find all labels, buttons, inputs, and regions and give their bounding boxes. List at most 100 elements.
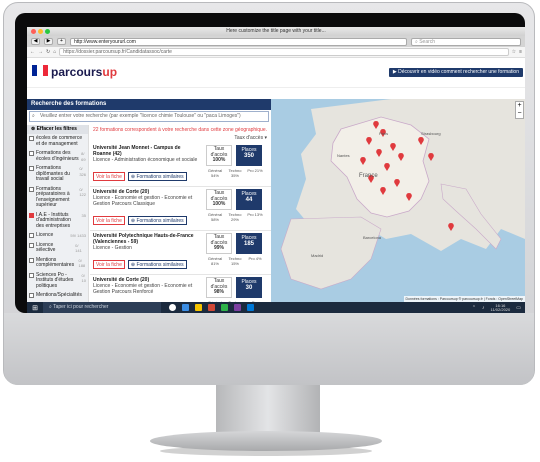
browser-url-field[interactable]: https://dossier.parcoursup.fr/Candidatas… — [59, 48, 509, 56]
filter-item[interactable]: Formations diplômantes du travail social… — [27, 164, 88, 185]
access-rate-box: Taux d'accès 98% — [206, 277, 232, 298]
clear-filters-button[interactable]: ⊗ Effacer les filtres — [27, 125, 88, 134]
filter-checkbox[interactable] — [29, 257, 34, 263]
cortana-icon[interactable] — [169, 304, 176, 311]
map-label-france: France — [359, 173, 378, 179]
program-name: Licence - Administration économique et s… — [93, 157, 198, 163]
filter-item[interactable]: Mentions complémentaires 0/ 188 — [27, 256, 88, 271]
reload-icon[interactable]: ↻ — [46, 49, 50, 55]
parcoursup-logo[interactable]: parcoursup — [51, 65, 117, 79]
forward-icon[interactable]: ▶ — [44, 38, 53, 45]
program-name: Licence - Gestion — [93, 245, 132, 251]
places-box: Places 30 — [236, 277, 262, 298]
add-icon[interactable]: + — [57, 38, 66, 45]
view-sheet-button[interactable]: Voir la fiche — [93, 260, 125, 269]
home-icon[interactable]: ⌂ — [53, 49, 56, 55]
video-button-label: Découvrir en vidéo comment rechercher un… — [398, 69, 519, 75]
close-icon[interactable] — [31, 29, 36, 34]
similar-programs-button[interactable]: ⊕ Formations similaires — [127, 172, 187, 181]
access-rate-value: 100% — [212, 157, 226, 163]
app-icon[interactable] — [234, 304, 241, 311]
zoom-in-button[interactable]: + — [516, 102, 523, 110]
menu-icon[interactable]: ≡ — [519, 49, 522, 55]
result-card[interactable]: Université de Corte (20) Licence - Econo… — [90, 187, 271, 231]
filter-label: I.A.E - Instituts d'administration des e… — [36, 211, 71, 229]
filter-checkbox[interactable] — [29, 293, 34, 298]
notification-icon[interactable]: ▭ — [516, 305, 521, 311]
similar-label: Formations similaires — [136, 218, 184, 224]
result-card[interactable]: Université Jean Monnet - Campus de Roann… — [90, 143, 271, 187]
similar-programs-button[interactable]: ⊕ Formations similaires — [127, 216, 187, 225]
university-name: Université Polytechnique Hauts-de-France… — [93, 233, 194, 245]
result-card[interactable]: Université Polytechnique Hauts-de-France… — [90, 231, 271, 275]
nav-back-icon[interactable]: ← — [30, 49, 35, 55]
minimize-icon[interactable] — [38, 29, 43, 34]
places-value: 185 — [243, 241, 254, 247]
access-rate-value: 100% — [212, 201, 226, 207]
admission-stat: Pro 4% — [248, 256, 262, 261]
filter-label: Formations préparatoires à l'enseignemen… — [36, 185, 70, 208]
sort-selector[interactable]: Taux d'accès ▾ — [90, 135, 271, 143]
result-card[interactable]: Université de Corte (20) Licence - Econo… — [90, 275, 271, 302]
office-icon[interactable] — [208, 304, 215, 311]
filter-checkbox[interactable] — [29, 166, 34, 171]
filter-count: 0/ 141 — [75, 242, 82, 254]
search-title: Recherche des formations — [27, 99, 271, 110]
filter-item[interactable]: Sciences Po - Instituts d'études politiq… — [27, 271, 88, 292]
filter-checkbox[interactable] — [29, 272, 34, 278]
filter-checkbox[interactable] — [29, 212, 34, 218]
mac-url-field[interactable]: http://www.enteryoururl.com — [70, 37, 407, 46]
admission-stats: Général 58% Techno 29% Pro 13% — [206, 212, 264, 222]
mail-icon[interactable] — [247, 304, 254, 311]
similar-label: Formations similaires — [136, 174, 184, 180]
edge-icon[interactable] — [182, 304, 189, 311]
filter-item[interactable]: Formations préparatoires à l'enseignemen… — [27, 185, 88, 211]
filter-checkbox[interactable] — [29, 136, 34, 141]
stand-base — [150, 431, 382, 451]
filter-checkbox[interactable] — [29, 151, 34, 156]
imac-chin — [4, 313, 534, 385]
filter-item[interactable]: écoles de commerce et de management — [27, 134, 88, 149]
admission-stat: Techno 29% — [228, 212, 242, 222]
nav-forward-icon[interactable]: → — [38, 49, 43, 55]
mac-search-field[interactable]: ⌕ Search — [411, 37, 521, 46]
filter-count: 0/ 188 — [78, 257, 86, 269]
folder-icon[interactable] — [195, 304, 202, 311]
filter-count: 35 — [81, 212, 86, 218]
filter-item[interactable]: Licence sélective 0/ 141 — [27, 241, 88, 256]
chrome-icon[interactable] — [221, 304, 228, 311]
university-name: Université Jean Monnet - Campus de Roann… — [93, 145, 181, 157]
screen: Here customize the title page with your … — [27, 27, 525, 313]
admission-stats: Général 81% Techno 15% Pro 4% — [206, 256, 264, 266]
filter-item[interactable]: Licence 59/ 1433 — [27, 231, 88, 241]
bookmark-icon[interactable]: ☆ — [512, 49, 516, 55]
results-map[interactable]: France Madrid Barcelona Paris Strasbourg… — [271, 99, 525, 302]
maximize-icon[interactable] — [45, 29, 50, 34]
search-input[interactable]: ⌕ Veuillez entrer votre recherche (par ex… — [29, 111, 269, 122]
clock[interactable]: 16:16 11/02/2020 — [490, 303, 511, 312]
view-sheet-button[interactable]: Voir la fiche — [93, 216, 125, 225]
similar-programs-button[interactable]: ⊕ Formations similaires — [127, 260, 187, 269]
volume-icon[interactable]: ♪ — [482, 305, 485, 311]
filter-label: Formations des écoles d'ingénieurs — [36, 150, 79, 162]
filter-item[interactable]: Formations des écoles d'ingénieurs 8/ 69 — [27, 149, 88, 164]
taskbar-search[interactable]: ⌕ Taper ici pour rechercher — [43, 302, 161, 313]
zoom-out-button[interactable]: − — [516, 110, 523, 118]
network-icon[interactable]: ⌃ — [472, 305, 476, 311]
back-icon[interactable]: ◀ — [31, 38, 40, 45]
windows-start-icon[interactable]: ⊞ — [27, 302, 43, 313]
admission-stat: Pro 13% — [247, 212, 263, 217]
filter-item[interactable]: Mentions/Spécialités — [27, 291, 88, 301]
taskbar-apps — [169, 304, 254, 311]
filter-checkbox[interactable] — [29, 233, 34, 238]
filter-item[interactable]: I.A.E - Instituts d'administration des e… — [27, 211, 88, 232]
filter-checkbox[interactable] — [29, 242, 34, 248]
access-rate-box: Taux d'accès 100% — [206, 145, 232, 166]
view-sheet-button[interactable]: Voir la fiche — [93, 172, 125, 181]
clock-date: 11/02/2020 — [490, 306, 511, 312]
map-label-barcelona: Barcelona — [363, 235, 382, 240]
filter-list: écoles de commerce et de management Form… — [27, 134, 88, 301]
video-tutorial-button[interactable]: ▶ Découvrir en vidéo comment rechercher … — [388, 68, 523, 77]
filter-checkbox[interactable] — [29, 186, 34, 192]
admission-stat: Général 58% — [207, 212, 223, 222]
